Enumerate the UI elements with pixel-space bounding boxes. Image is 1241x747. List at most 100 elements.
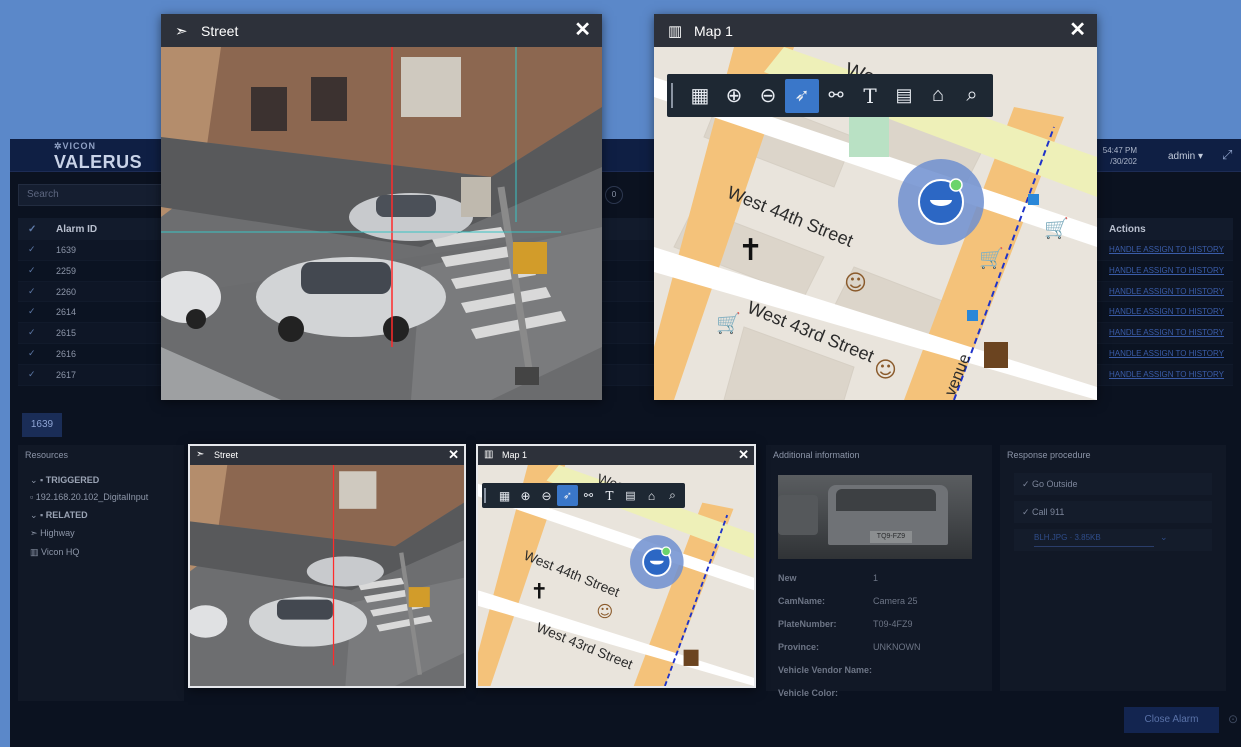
street-window-titlebar[interactable]: ➣ Street ✕ [161, 14, 602, 47]
header-time: 54:47 PM [1102, 146, 1137, 155]
zoom-out-icon[interactable]: ⊖ [536, 485, 557, 506]
close-alarm-button[interactable]: Close Alarm [1124, 707, 1219, 733]
row-actions[interactable]: HANDLE ASSIGN TO HISTORY [1109, 266, 1224, 275]
pole-base [515, 367, 539, 385]
map-tile-titlebar[interactable]: ▥ Map 1 ✕ [478, 446, 754, 465]
marker-square[interactable] [967, 310, 978, 321]
info-value: 1 [873, 573, 879, 583]
response-procedure-panel: Response procedure ✓ Go Outside ✓ Call 9… [1000, 445, 1226, 691]
row-actions[interactable]: HANDLE ASSIGN TO HISTORY [1109, 349, 1224, 358]
close-icon[interactable]: ✕ [448, 447, 459, 463]
fullscreen-icon[interactable]: ⤢ [1222, 147, 1232, 163]
map-window-titlebar[interactable]: ▥ Map 1 ✕ [654, 14, 1097, 47]
tree-item-digital-input[interactable]: ▫ 192.168.20.102_DigitalInput [30, 492, 148, 502]
row-check-icon[interactable]: ✓ [28, 369, 36, 380]
additional-info-title: Additional information [773, 450, 860, 460]
map-tile-toolbar: ▦ ⊕ ⊖ ➶ ⚯ T ▤ ⌂ ⌕ [482, 483, 685, 508]
toolbar-grip[interactable] [484, 488, 490, 503]
info-key: CamName: [778, 596, 826, 606]
user-menu[interactable]: admin ▾ [1168, 151, 1203, 162]
camera-icon: ➣ [175, 23, 188, 40]
filter-count-badge[interactable]: 0 [605, 186, 623, 204]
theater-icon: ☺ [844, 271, 867, 296]
resources-panel: Resources ⌄ ▪ TRIGGERED ▫ 192.168.20.102… [18, 445, 184, 701]
row-check-icon[interactable]: ✓ [28, 286, 36, 297]
link-icon[interactable]: ⚯ [578, 485, 599, 506]
tree-item-vicon-hq[interactable]: ▥ Vicon HQ [30, 547, 79, 558]
info-key: Vehicle Vendor Name: [778, 665, 873, 675]
building-window [251, 87, 287, 131]
home-icon[interactable]: ⌂ [921, 79, 955, 113]
zoom-in-icon[interactable]: ⊕ [515, 485, 536, 506]
link-icon[interactable]: ⚯ [819, 79, 853, 113]
map-canvas[interactable]: West 45 West 44th Street West 43rd Stree… [654, 47, 1097, 400]
sign-panel [461, 177, 491, 217]
procedure-step[interactable]: ✓ Go Outside [1014, 473, 1212, 495]
response-title: Response procedure [1007, 450, 1091, 460]
zoom-in-icon[interactable]: ⊕ [717, 79, 751, 113]
silver-car-far [349, 193, 473, 241]
alarm-id: 2259 [56, 265, 77, 276]
parked-car [778, 495, 818, 535]
street-camera-window[interactable]: ➣ Street ✕ [161, 14, 602, 400]
tree-item-highway[interactable]: ➣ Highway [30, 528, 75, 539]
row-actions[interactable]: HANDLE ASSIGN TO HISTORY [1109, 328, 1224, 337]
license-plate: TQ9-FZ9 [870, 531, 912, 543]
toolbar-grip[interactable] [671, 82, 677, 109]
attachment-select[interactable]: BLH.JPG · 3.85KB [1034, 533, 1154, 547]
search-icon[interactable]: ⌕ [662, 485, 683, 506]
street-scene [161, 47, 602, 400]
map-layers-icon[interactable]: ▦ [494, 485, 515, 506]
map-icon: ▥ [668, 23, 683, 40]
chevron-down-icon[interactable]: ⌄ [1160, 532, 1168, 543]
car-window [276, 599, 333, 620]
map-tile-canvas[interactable]: West 45 West 44th Street West 43rd Stree… [478, 465, 754, 686]
row-actions[interactable]: HANDLE ASSIGN TO HISTORY [1109, 370, 1224, 379]
camera-icon: ➣ [196, 449, 205, 460]
brand-logo: VALERUS [54, 152, 143, 172]
street-tile-titlebar[interactable]: ➣ Street ✕ [190, 446, 464, 465]
map-icon: ▥ [484, 449, 494, 460]
building-window [311, 77, 347, 121]
map-tile[interactable]: ▥ Map 1 ✕ West 45 West 44th Street West … [476, 444, 756, 688]
status-dot [661, 546, 672, 557]
row-actions[interactable]: HANDLE ASSIGN TO HISTORY [1109, 287, 1224, 296]
comment-icon[interactable]: ▤ [620, 485, 641, 506]
row-check-icon[interactable]: ✓ [28, 306, 36, 317]
row-check-icon[interactable]: ✓ [28, 265, 36, 276]
street-camera-tile[interactable]: ➣ Street ✕ [188, 444, 466, 688]
home-icon[interactable]: ⌂ [641, 485, 662, 506]
text-tool-icon[interactable]: T [599, 485, 620, 506]
select-tool-icon[interactable]: ➶ [785, 78, 819, 113]
tree-node-triggered[interactable]: ⌄ ▪ TRIGGERED [30, 475, 99, 486]
close-icon[interactable]: ✕ [738, 447, 749, 463]
tree-node-related[interactable]: ⌄ ▪ RELATED [30, 510, 88, 521]
col-alarm-id[interactable]: Alarm ID [56, 224, 97, 235]
row-actions[interactable]: HANDLE ASSIGN TO HISTORY [1109, 245, 1224, 254]
alarm-tab[interactable]: 1639 [22, 413, 62, 437]
col-actions: Actions [1109, 224, 1146, 235]
zoom-out-icon[interactable]: ⊖ [751, 79, 785, 113]
procedure-step[interactable]: ✓ Call 911 [1014, 501, 1212, 523]
row-check-icon[interactable]: ✓ [28, 244, 36, 255]
row-check-icon[interactable]: ✓ [28, 327, 36, 338]
comment-icon[interactable]: ▤ [887, 79, 921, 113]
row-check-icon[interactable]: ✓ [28, 348, 36, 359]
close-icon[interactable]: ✕ [574, 19, 591, 41]
additional-info-panel: Additional information TQ9-FZ9 New 1 Cam… [766, 445, 992, 698]
map-window-title: Map 1 [694, 23, 733, 39]
marker-square[interactable] [1028, 194, 1039, 205]
close-icon[interactable]: ✕ [1069, 19, 1086, 41]
select-all-checkbox[interactable]: ✓ [28, 224, 36, 235]
map-window[interactable]: ▥ Map 1 ✕ West 45 West 44th Street West … [654, 14, 1097, 400]
map-layers-icon[interactable]: ▦ [683, 79, 717, 113]
select-tool-icon[interactable]: ➶ [557, 485, 578, 506]
theater-icon: ☺ [596, 602, 613, 621]
text-tool-icon[interactable]: T [853, 79, 887, 113]
alarm-id: 2617 [56, 369, 77, 380]
search-icon[interactable]: ⌕ [955, 79, 989, 113]
help-icon[interactable]: ⊙ [1228, 712, 1238, 726]
alarm-id: 1639 [56, 245, 77, 255]
theater-icon: ☺ [874, 358, 897, 383]
row-actions[interactable]: HANDLE ASSIGN TO HISTORY [1109, 307, 1224, 316]
